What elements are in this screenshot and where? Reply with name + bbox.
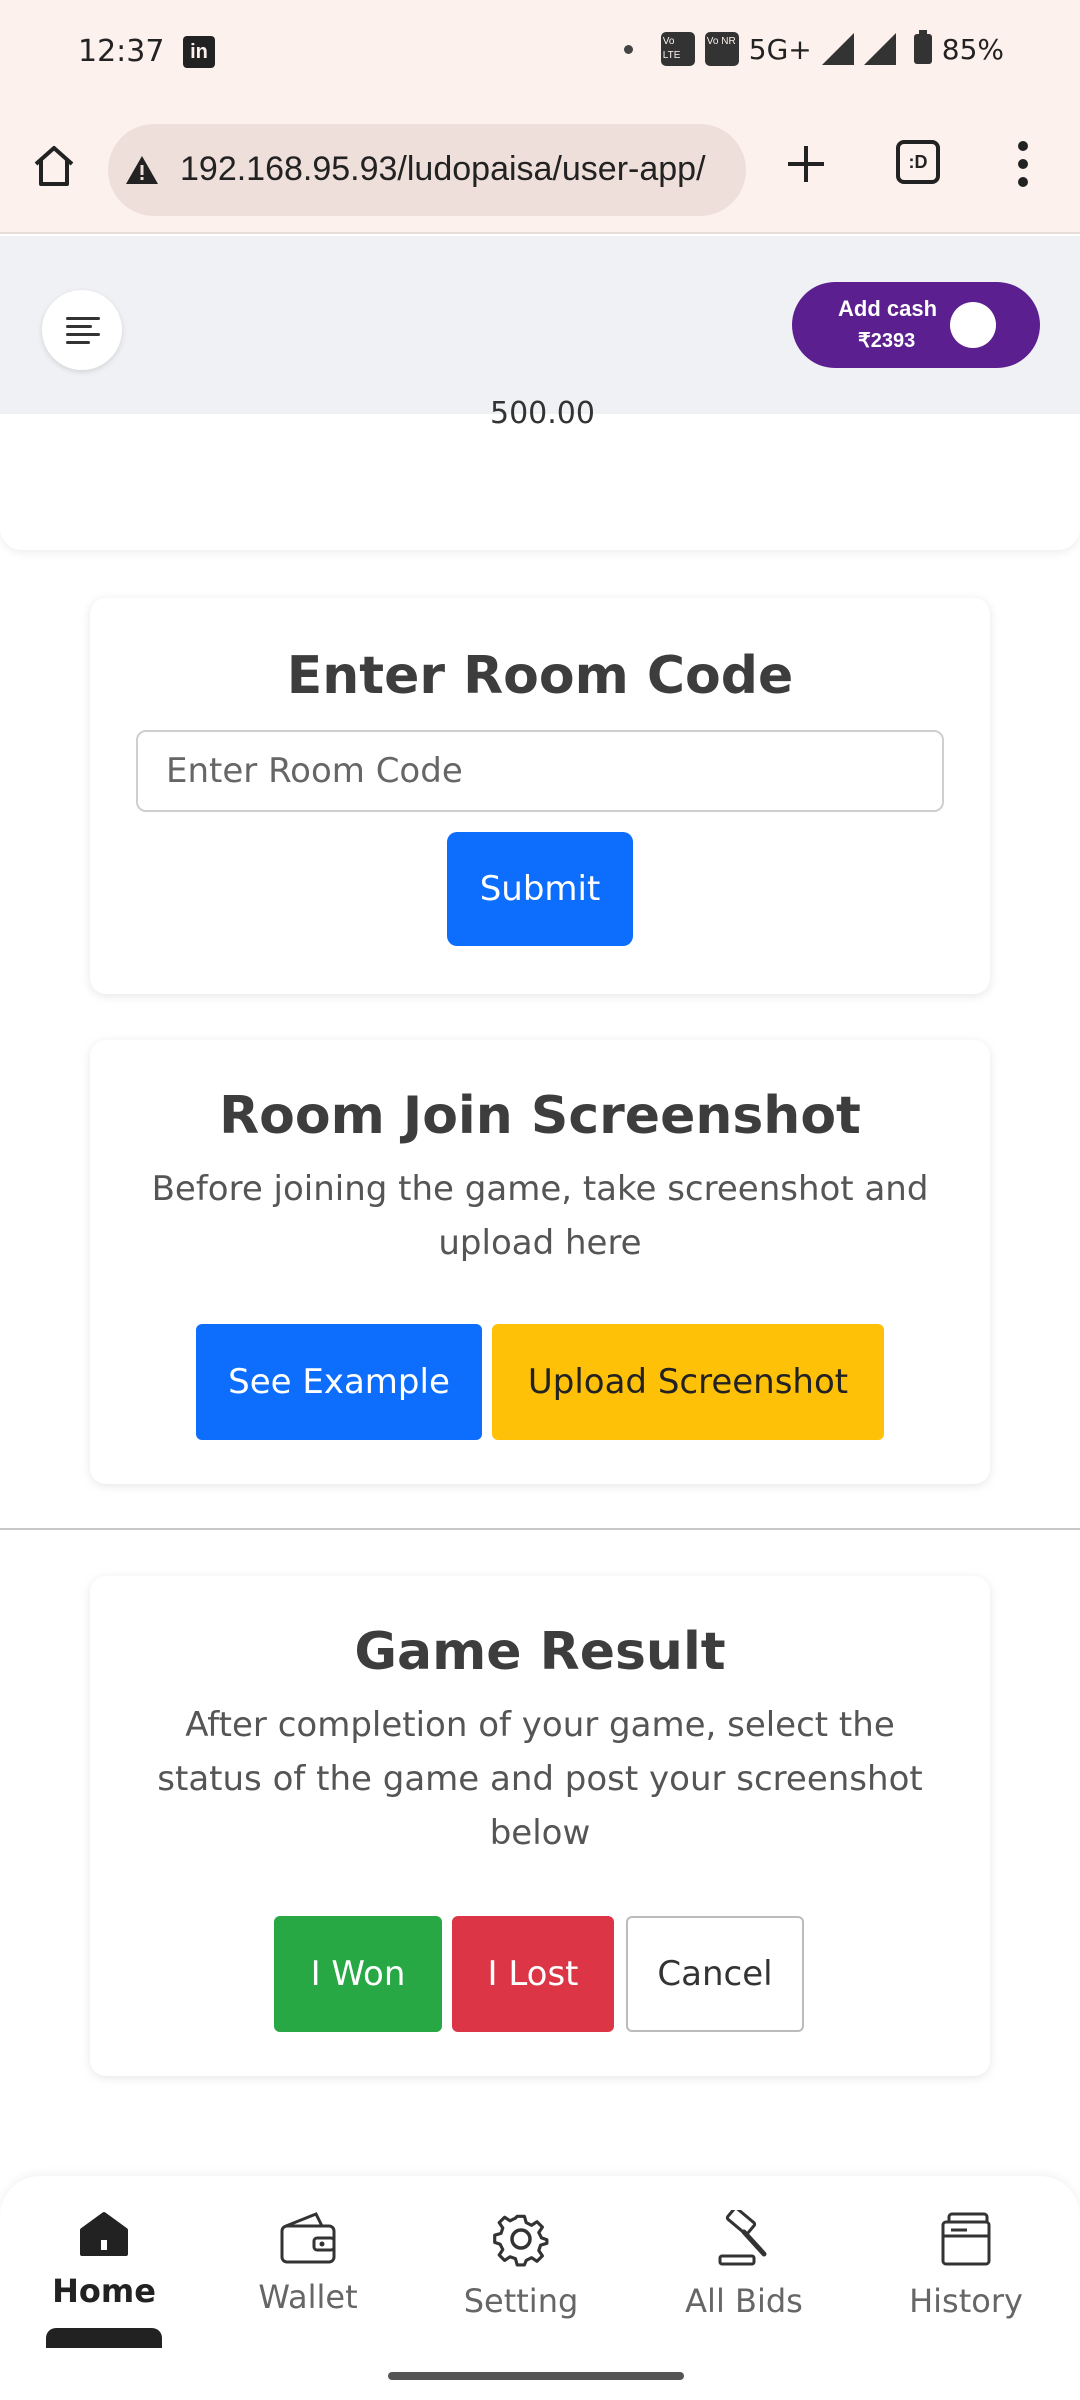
nav-wallet[interactable]: Wallet [218,2210,398,2316]
game-result-description: After completion of your game, select th… [157,1705,923,1853]
active-tab-indicator [46,2328,162,2348]
gavel-icon [718,2210,767,2266]
nav-home[interactable]: Home [14,2210,194,2310]
signal-icon-2 [863,33,896,65]
room-join-card: Room Join Screenshot Before joining the … [90,1040,990,1484]
divider [0,1528,1080,1530]
see-example-button[interactable]: See Example [196,1324,482,1440]
room-code-card: Enter Room Code Submit [90,598,990,994]
wallet-icon [280,2212,336,2264]
vonr-icon: Vo NR [704,32,739,66]
room-join-description: Before joining the game, take screenshot… [151,1169,929,1263]
add-cash-label: Add cash [838,296,938,321]
cancel-button[interactable]: Cancel [626,1916,804,2032]
address-bar[interactable]: 192.168.95.93/ludopaisa/user-app/ [108,124,746,216]
room-join-title: Room Join Screenshot [219,1086,861,1146]
nav-setting[interactable]: Setting [431,2210,611,2320]
battery-icon [913,30,932,64]
warning-icon[interactable] [124,154,160,186]
game-result-title: Game Result [354,1622,726,1682]
signal-icon [821,33,854,65]
room-code-title: Enter Room Code [286,646,794,706]
linkedin-icon: in [183,36,215,68]
volte-icon: Vo LTE [660,32,695,66]
network-type: 5G+ [748,32,812,66]
nav-home-label: Home [52,2272,156,2310]
history-icon [941,2212,991,2266]
add-cash-button[interactable]: Add cash ₹2393 [792,282,1040,368]
menu-icon [66,317,100,320]
upload-screenshot-button[interactable]: Upload Screenshot [492,1324,884,1440]
i-won-button[interactable]: I Won [274,1916,442,2032]
nav-wallet-label: Wallet [258,2278,358,2316]
nav-all-bids-label: All Bids [685,2282,803,2320]
menu-button[interactable] [42,290,122,370]
tabs-switcher-icon[interactable]: :D [896,140,940,184]
submit-button[interactable]: Submit [447,832,633,946]
bid-amount: 500.00 [490,396,595,431]
new-tab-icon[interactable] [782,140,830,188]
home-browser-icon[interactable] [30,142,78,190]
add-cash-toggle [950,302,996,348]
room-code-input[interactable] [136,730,944,812]
nav-setting-label: Setting [463,2282,579,2320]
bid-amount-card: 500.00 [0,396,1080,550]
browser-toolbar: 192.168.95.93/ludopaisa/user-app/ :D [0,110,1080,234]
gesture-home-bar[interactable] [388,2372,684,2380]
i-lost-button[interactable]: I Lost [452,1916,614,2032]
home-icon [80,2212,128,2256]
nav-history-label: History [909,2282,1023,2320]
wallet-balance: ₹2393 [858,330,916,352]
app-header: Add cash ₹2393 [0,236,1080,414]
nav-history[interactable]: History [876,2210,1056,2320]
more-vert-icon[interactable] [1016,140,1030,188]
bottom-nav: Home Wallet Setting All Bids History [0,2176,1080,2400]
status-indicators: Vo LTE Vo NR 5G+ 85% [623,30,1004,66]
gear-icon [493,2214,549,2267]
url-text[interactable]: 192.168.95.93/ludopaisa/user-app/ [180,150,730,189]
status-bar: 12:37 in Vo LTE Vo NR 5G+ 85% [0,0,1080,110]
status-time: 12:37 [78,34,165,69]
notification-dot-icon [623,44,633,54]
battery-percent: 85% [941,32,1004,66]
nav-all-bids[interactable]: All Bids [654,2210,834,2320]
game-result-card: Game Result After completion of your gam… [90,1576,990,2076]
